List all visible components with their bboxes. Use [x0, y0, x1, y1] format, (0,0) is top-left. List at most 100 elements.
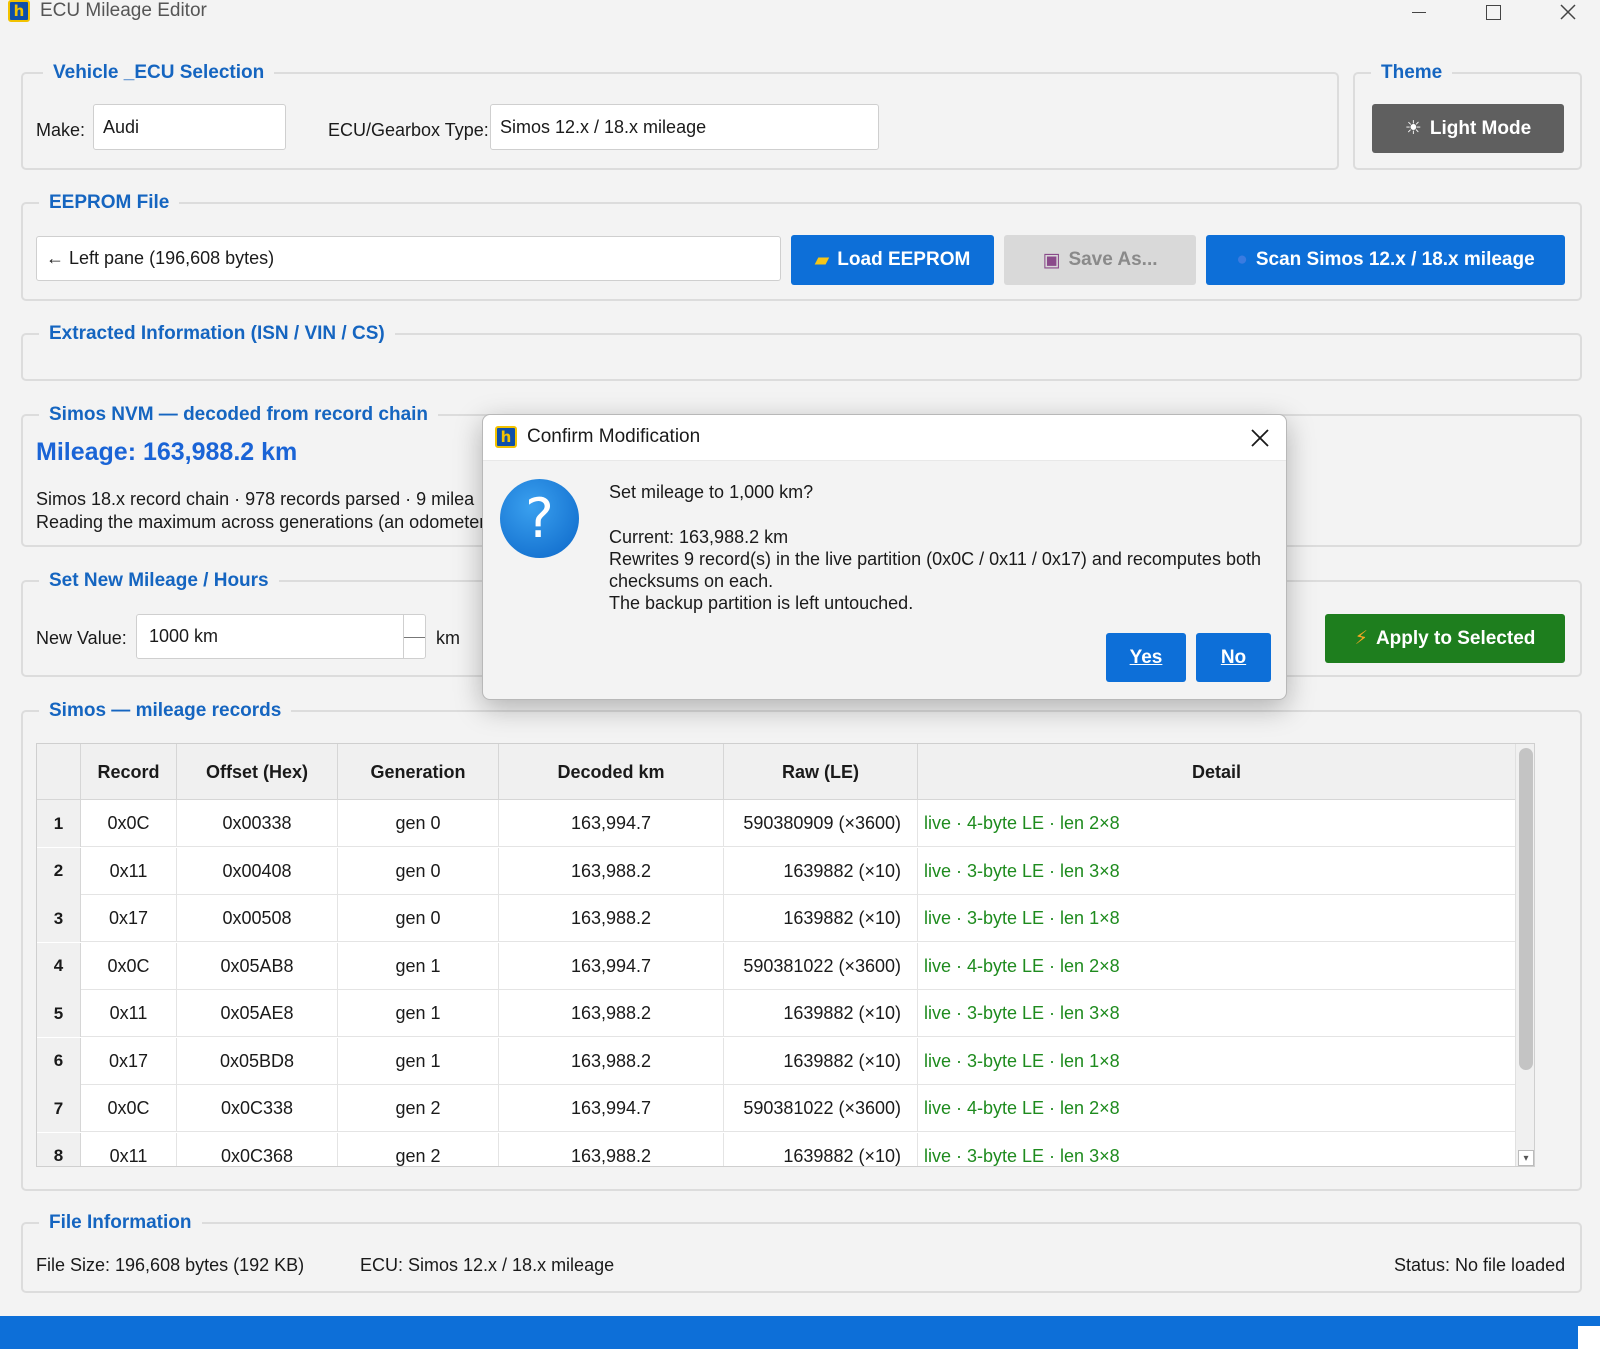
dialog-title-bar: h Confirm Modification — [483, 415, 1286, 461]
simos-nvm-legend: Simos NVM — decoded from record chain — [39, 402, 439, 428]
new-value-spinbox[interactable]: 1000 km — [136, 614, 426, 659]
dialog-question: Set mileage to 1,000 km? — [609, 482, 814, 502]
row-number[interactable]: 1 — [37, 800, 81, 847]
cell-gen: gen 0 — [338, 895, 499, 942]
row-number[interactable]: 2 — [37, 847, 81, 895]
cell-km: 163,988.2 — [499, 895, 724, 942]
records-table: Record Offset (Hex) Generation Decoded k… — [36, 743, 1535, 1167]
decoded-mileage: Mileage: 163,988.2 km — [36, 438, 298, 466]
dialog-backup-note: The backup partition is left untouched. — [609, 593, 914, 613]
app-logo-icon: h — [8, 0, 30, 22]
spin-buttons[interactable] — [403, 615, 425, 658]
col-offset[interactable]: Offset (Hex) — [177, 744, 338, 800]
table-row[interactable]: 3 0x17 0x00508 gen 0 163,988.2 1639882 (×10) l… — [37, 895, 1515, 942]
table-row[interactable]: 5 0x11 0x05AE8 gen 1 163,988.2 1639882 (×10) l… — [37, 990, 1515, 1037]
cell-record: 0x0C — [81, 942, 177, 990]
cell-offset: 0x05BD8 — [177, 1037, 338, 1085]
make-field[interactable]: Audi — [93, 104, 286, 150]
cell-record: 0x17 — [81, 1037, 177, 1085]
row-number[interactable]: 4 — [37, 942, 81, 990]
question-icon: ? — [500, 479, 579, 558]
close-window-button[interactable] — [1548, 0, 1588, 24]
cell-record: 0x0C — [81, 1085, 177, 1132]
cell-raw: 1639882 (×10) — [724, 1037, 918, 1085]
dialog-current: Current: 163,988.2 km — [609, 527, 789, 547]
dialog-close-button[interactable] — [1248, 426, 1272, 450]
cell-offset: 0x00508 — [177, 895, 338, 942]
scan-label: Scan Simos 12.x / 18.x mileage — [1255, 249, 1535, 270]
scrollbar-thumb[interactable] — [1519, 748, 1533, 1070]
cell-gen: gen 0 — [338, 800, 499, 847]
cell-offset: 0x0C338 — [177, 1085, 338, 1132]
cell-km: 163,988.2 — [499, 990, 724, 1037]
save-as-button[interactable]: ▣ Save As... — [1004, 235, 1196, 285]
close-icon — [1560, 4, 1576, 20]
table-header: Record Offset (Hex) Generation Decoded k… — [37, 744, 1515, 800]
table-scrollbar[interactable]: ▾ — [1515, 744, 1534, 1166]
apply-to-selected-button[interactable]: ⚡ Apply to Selected — [1325, 614, 1565, 663]
cell-offset: 0x0C368 — [177, 1132, 338, 1166]
col-detail[interactable]: Detail — [918, 744, 1515, 800]
row-number[interactable]: 3 — [37, 895, 81, 942]
table-row[interactable]: 1 0x0C 0x00338 gen 0 163,994.7 590380909 (×36… — [37, 800, 1515, 847]
set-mileage-legend: Set New Mileage / Hours — [39, 568, 279, 594]
cell-gen: gen 1 — [338, 1037, 499, 1085]
make-label: Make: — [36, 120, 86, 140]
row-number[interactable]: 6 — [37, 1037, 81, 1085]
vehicle-ecu-legend: Vehicle _ECU Selection — [43, 60, 275, 86]
col-generation[interactable]: Generation — [338, 744, 499, 800]
cell-offset: 0x00338 — [177, 800, 338, 847]
scroll-down-arrow-icon[interactable]: ▾ — [1518, 1150, 1534, 1166]
no-button[interactable]: No — [1196, 633, 1271, 682]
save-as-label: Save As... — [1068, 249, 1158, 270]
cell-gen: gen 0 — [338, 847, 499, 895]
cell-gen: gen 1 — [338, 990, 499, 1037]
file-status: Status: No file loaded — [1394, 1255, 1566, 1275]
minimize-button[interactable] — [1399, 0, 1439, 24]
table-row[interactable]: 6 0x17 0x05BD8 gen 1 163,988.2 1639882 (×10) l… — [37, 1037, 1515, 1085]
eeprom-file-field[interactable]: ← Left pane (196,608 bytes) — [36, 236, 781, 281]
cell-gen: gen 1 — [338, 942, 499, 990]
cell-raw: 1639882 (×10) — [724, 990, 918, 1037]
table-row[interactable]: 8 0x11 0x0C368 gen 2 163,988.2 1639882 (×10) l… — [37, 1132, 1515, 1166]
dialog-title: Confirm Modification — [527, 426, 701, 447]
col-decoded-km[interactable]: Decoded km — [499, 744, 724, 800]
light-mode-button[interactable]: ☀ Light Mode — [1372, 104, 1564, 153]
row-number[interactable]: 5 — [37, 990, 81, 1037]
cell-record: 0x11 — [81, 990, 177, 1037]
maximize-button[interactable] — [1473, 0, 1513, 24]
new-value-text: 1000 km — [149, 626, 219, 646]
col-record[interactable]: Record — [81, 744, 177, 800]
cell-km: 163,988.2 — [499, 1037, 724, 1085]
table-row[interactable]: 4 0x0C 0x05AB8 gen 1 163,994.7 590381022 (×36… — [37, 942, 1515, 990]
yes-button[interactable]: Yes — [1106, 633, 1186, 682]
cell-detail: live · 4-byte LE · len 2×8 — [924, 1098, 1120, 1118]
load-eeprom-label: Load EEPROM — [837, 249, 971, 270]
close-icon — [1251, 429, 1269, 447]
row-number[interactable]: 7 — [37, 1085, 81, 1132]
table-row[interactable]: 2 0x11 0x00408 gen 0 163,988.2 1639882 (×10) l… — [37, 847, 1515, 895]
records-legend: Simos — mileage records — [39, 698, 292, 724]
cell-detail: live · 4-byte LE · len 2×8 — [924, 955, 1120, 976]
cell-record: 0x17 — [81, 895, 177, 942]
scan-button[interactable]: ● Scan Simos 12.x / 18.x mileage — [1206, 235, 1565, 285]
load-eeprom-button[interactable]: ▰ Load EEPROM — [791, 235, 994, 285]
ecu-type-field[interactable]: Simos 12.x / 18.x mileage — [490, 104, 879, 150]
col-raw[interactable]: Raw (LE) — [724, 744, 918, 800]
cell-raw: 1639882 (×10) — [724, 895, 918, 942]
cell-detail: live · 3-byte LE · len 1×8 — [924, 1050, 1120, 1071]
cell-km: 163,994.7 — [499, 942, 724, 990]
table-row[interactable]: 7 0x0C 0x0C338 gen 2 163,994.7 590381022 (×36… — [37, 1085, 1515, 1132]
cell-gen: gen 2 — [338, 1085, 499, 1132]
cell-gen: gen 2 — [338, 1132, 499, 1166]
cell-detail: live · 3-byte LE · len 3×8 — [924, 1145, 1120, 1166]
unit-label: km — [436, 628, 460, 648]
ecu-type-label: ECU/Gearbox Type: — [328, 120, 489, 140]
resize-grip[interactable] — [1578, 1326, 1600, 1349]
light-mode-label: Light Mode — [1429, 117, 1532, 139]
cell-offset: 0x00408 — [177, 847, 338, 895]
row-number[interactable]: 8 — [37, 1132, 81, 1166]
magnifier-icon: ● — [1236, 249, 1248, 270]
cell-km: 163,988.2 — [499, 847, 724, 895]
file-size: File Size: 196,608 bytes (192 KB) — [36, 1255, 305, 1275]
